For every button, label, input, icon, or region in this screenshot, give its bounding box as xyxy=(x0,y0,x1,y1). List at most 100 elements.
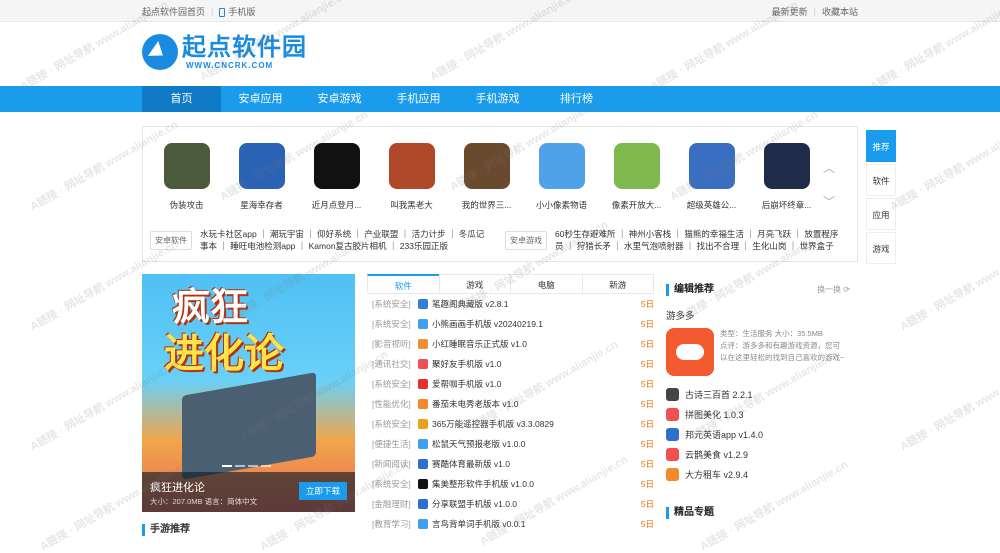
list-item-category[interactable]: [影音视听] xyxy=(372,338,418,350)
list-item-category[interactable]: [系统安全] xyxy=(372,478,418,490)
app-icon xyxy=(418,519,428,529)
gamepad-icon xyxy=(666,328,714,376)
list-item-name[interactable]: 言鸟背单词手机版 v0.0.1 xyxy=(432,518,640,530)
home-link[interactable]: 起点软件园首页 xyxy=(142,5,205,18)
side-tab[interactable]: 游戏 xyxy=(866,232,896,264)
list-item-name[interactable]: 365万能遥控器手机版 v3.3.0829 xyxy=(432,418,640,430)
app-icon xyxy=(463,143,510,189)
editor-pick-name: 古诗三百首 2.2.1 xyxy=(685,389,753,400)
list-item[interactable]: [系统安全] 365万能遥控器手机版 v3.3.0829 5日 xyxy=(372,414,654,434)
nav-item[interactable]: 安卓应用 xyxy=(221,86,300,112)
editor-picks: 编辑推荐 换一换 ⟳ 游多多 类型：生活服务 大小：35.5MB 点评：游多多和… xyxy=(666,284,850,484)
list-item-name[interactable]: 赛酷体育最新版 v1.0 xyxy=(432,458,640,470)
list-item-date: 5日 xyxy=(640,379,654,389)
featured-app-item[interactable]: 超级英雄公... xyxy=(674,143,749,211)
editor-pick-name: 拼图美化 1.0.3 xyxy=(685,409,744,420)
list-item-date: 5日 xyxy=(640,499,654,509)
nav-item[interactable]: 手机应用 xyxy=(379,86,458,112)
list-item-name[interactable]: 集美整形软件手机版 v1.0.0 xyxy=(432,478,640,490)
carousel-arrows[interactable]: ︿ ﹀ xyxy=(819,151,839,219)
list-item-category[interactable]: [新闻阅读] xyxy=(372,458,418,470)
list-item-category[interactable]: [系统安全] xyxy=(372,298,418,310)
editor-pick-item[interactable]: 云鹊美食 v1.2.9 xyxy=(666,444,850,464)
nav-item[interactable]: 首页 xyxy=(142,86,221,112)
nav-item[interactable]: 手机游戏 xyxy=(458,86,537,112)
list-item-name[interactable]: 爱帮咖手机版 v1.0 xyxy=(432,378,640,390)
tag-category-button[interactable]: 安卓软件 xyxy=(150,230,192,250)
list-item[interactable]: [教育学习] 言鸟背单词手机版 v0.0.1 5日 xyxy=(372,514,654,534)
list-item-category[interactable]: [性能优化] xyxy=(372,398,418,410)
list-item-category[interactable]: [系统安全] xyxy=(372,378,418,390)
featured-app-info: 类型：生活服务 大小：35.5MB xyxy=(720,329,823,338)
app-icon xyxy=(418,299,428,309)
list-item[interactable]: [系统安全] 爱帮咖手机版 v1.0 5日 xyxy=(372,374,654,394)
side-tab[interactable]: 推荐 xyxy=(866,130,896,162)
featured-app-item[interactable]: 我的世界三... xyxy=(449,143,524,211)
list-item[interactable]: [通讯社交] 聚好友手机版 v1.0 5日 xyxy=(372,354,654,374)
list-item-name[interactable]: 小红睡眠音乐正式版 v1.0 xyxy=(432,338,640,350)
list-item-category[interactable]: [教育学习] xyxy=(372,518,418,530)
list-tab[interactable]: 软件 xyxy=(367,274,440,293)
list-tab[interactable]: 电脑 xyxy=(510,274,583,293)
list-item-category[interactable]: [便捷生活] xyxy=(372,438,418,450)
featured-app-item[interactable]: 像素开放大... xyxy=(599,143,674,211)
app-icon xyxy=(418,339,428,349)
nav-item[interactable]: 排行榜 xyxy=(537,86,616,112)
tag-category-button[interactable]: 安卓游戏 xyxy=(505,230,547,250)
list-item[interactable]: [系统安全] 集美整形软件手机版 v1.0.0 5日 xyxy=(372,474,654,494)
latest-link[interactable]: 最新更新 xyxy=(772,5,808,18)
side-tab[interactable]: 软件 xyxy=(866,164,896,196)
list-item[interactable]: [影音视听] 小红睡眠音乐正式版 v1.0 5日 xyxy=(372,334,654,354)
list-item-category[interactable]: [系统安全] xyxy=(372,418,418,430)
tag-links[interactable]: 水玩卡社区app ｜ 潮玩宇宙 ｜ 仰好系统 ｜ 产业联盟 ｜ 活力计步 ｜ 冬… xyxy=(200,228,490,252)
site-logo[interactable]: 起点软件园 WWW.CNCRK.COM xyxy=(142,34,307,70)
game-banner[interactable]: 疯狂 进化论 疯狂进化论 大小：207.0MB 语言：简体中文 立即下载 xyxy=(142,274,355,512)
mobile-link[interactable]: 手机版 xyxy=(219,5,255,18)
featured-app-item[interactable]: 伪装攻击 xyxy=(149,143,224,211)
list-item-name[interactable]: 分享联盟手机版 v1.0.0 xyxy=(432,498,640,510)
list-item-name[interactable]: 番茄未电秀老版本 v1.0 xyxy=(432,398,640,410)
list-item[interactable]: [系统安全] 笔趣阁典藏版 v2.8.1 5日 xyxy=(372,294,654,314)
special-title: 精品专题 xyxy=(674,507,714,518)
list-item[interactable]: [金融理财] 分享联盟手机版 v1.0.0 5日 xyxy=(372,494,654,514)
featured-app[interactable]: 类型：生活服务 大小：35.5MB 点评：游多多和有趣游戏资源，您可以在这里轻松… xyxy=(666,328,850,376)
swap-button[interactable]: 换一换 ⟳ xyxy=(817,284,850,296)
featured-app-item[interactable]: 星海幸存者 xyxy=(224,143,299,211)
editor-pick-item[interactable]: 拼图美化 1.0.3 xyxy=(666,404,850,424)
editor-pick-item[interactable]: 大方租车 v2.9.4 xyxy=(666,464,850,484)
list-item-name[interactable]: 笔趣阁典藏版 v2.8.1 xyxy=(432,298,640,310)
list-tab[interactable]: 新游 xyxy=(581,274,654,293)
list-item[interactable]: [新闻阅读] 赛酷体育最新版 v1.0 5日 xyxy=(372,454,654,474)
editor-pick-item[interactable]: 古诗三百首 2.2.1 xyxy=(666,384,850,404)
logo-url: WWW.CNCRK.COM xyxy=(186,60,274,70)
list-item-category[interactable]: [金融理财] xyxy=(372,498,418,510)
list-item-category[interactable]: [系统安全] xyxy=(372,318,418,330)
featured-app-item[interactable]: 近月点登月... xyxy=(299,143,374,211)
banner-dots[interactable] xyxy=(222,465,271,467)
banner-caption-title: 疯狂进化论 xyxy=(150,482,205,494)
watermark-text: A链接 · 网址导航 www.alianjie.cn xyxy=(888,118,1000,214)
featured-app-item[interactable]: 后崩坏终章... xyxy=(749,143,824,211)
list-item-date: 5日 xyxy=(640,299,654,309)
app-icon xyxy=(666,427,679,441)
tag-block: 安卓软件 水玩卡社区app ｜ 潮玩宇宙 ｜ 仰好系统 ｜ 产业联盟 ｜ 活力计步… xyxy=(143,223,498,257)
list-tab[interactable]: 游戏 xyxy=(438,274,511,293)
list-item-name[interactable]: 松鼠天气预报老版 v1.0.0 xyxy=(432,438,640,450)
side-tab[interactable]: 应用 xyxy=(866,198,896,230)
list-item-name[interactable]: 小熊画画手机版 v20240219.1 xyxy=(432,318,640,330)
nav-item[interactable]: 安卓游戏 xyxy=(300,86,379,112)
app-icon xyxy=(418,479,428,489)
app-icon xyxy=(238,143,285,189)
featured-app-item[interactable]: 叫我黑老大 xyxy=(374,143,449,211)
editor-pick-item[interactable]: 邦元英语app v1.4.0 xyxy=(666,424,850,444)
list-item[interactable]: [便捷生活] 松鼠天气预报老版 v1.0.0 5日 xyxy=(372,434,654,454)
list-item-category[interactable]: [通讯社交] xyxy=(372,358,418,370)
list-item[interactable]: [系统安全] 小熊画画手机版 v20240219.1 5日 xyxy=(372,314,654,334)
featured-app-item[interactable]: 小小像素物语 xyxy=(524,143,599,211)
bookmark-link[interactable]: 收藏本站 xyxy=(822,5,858,18)
list-item[interactable]: [性能优化] 番茄未电秀老版本 v1.0 5日 xyxy=(372,394,654,414)
download-button[interactable]: 立即下载 xyxy=(299,482,347,500)
featured-app-name[interactable]: 游多多 xyxy=(666,308,850,322)
list-item-name[interactable]: 聚好友手机版 v1.0 xyxy=(432,358,640,370)
tag-links[interactable]: 60秒生存避难所 ｜ 神州小客栈 ｜ 猫熊的幸福生活 ｜ 月亮飞跃 ｜ 放置程序… xyxy=(555,228,845,252)
